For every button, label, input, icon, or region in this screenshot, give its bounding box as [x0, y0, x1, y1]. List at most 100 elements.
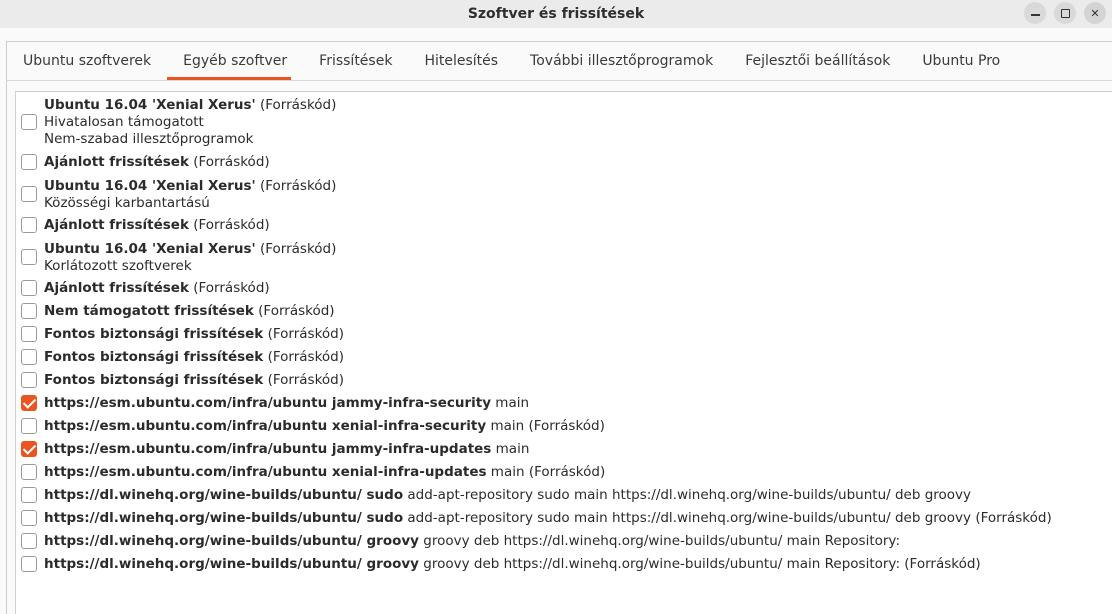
source-title-line: Nem támogatott frissítések (Forráskód)	[44, 303, 335, 320]
source-checkbox-checked[interactable]	[21, 441, 37, 457]
source-components: (Forráskód)	[263, 349, 345, 365]
source-label: Nem támogatott frissítések (Forráskód)	[44, 303, 335, 320]
source-title-line: Ubuntu 16.04 'Xenial Xerus' (Forráskód)	[44, 178, 336, 195]
source-name: https://dl.winehq.org/wine-builds/ubuntu…	[44, 510, 404, 526]
source-description: Nem-szabad illesztőprogramok	[44, 131, 254, 147]
source-label: Fontos biztonsági frissítések (Forráskód…	[44, 372, 344, 389]
source-checkbox[interactable]	[21, 186, 37, 202]
source-checkbox[interactable]	[21, 154, 37, 170]
source-title-line: Fontos biztonsági frissítések (Forráskód…	[44, 326, 344, 343]
source-components: (Forráskód)	[188, 154, 270, 170]
source-label: Fontos biztonsági frissítések (Forráskód…	[44, 326, 344, 343]
source-checkbox[interactable]	[21, 487, 37, 503]
source-title-line: https://dl.winehq.org/wine-builds/ubuntu…	[44, 510, 1052, 527]
source-label: https://esm.ubuntu.com/infra/ubuntu xeni…	[44, 418, 605, 435]
source-description: Közösségi karbantartású	[44, 195, 210, 211]
source-checkbox[interactable]	[21, 349, 37, 365]
source-label: Ubuntu 16.04 'Xenial Xerus' (Forráskód) K…	[44, 178, 336, 212]
tab-ubuntu-pro[interactable]: Ubuntu Pro	[906, 42, 1016, 80]
source-label: Ubuntu 16.04 'Xenial Xerus' (Forráskód) H…	[44, 97, 336, 148]
window-controls: ✕	[1024, 2, 1106, 24]
source-name: Nem támogatott frissítések	[44, 303, 254, 319]
source-components: (Forráskód)	[263, 372, 345, 388]
source-label: https://dl.winehq.org/wine-builds/ubuntu…	[44, 510, 1052, 527]
tab-updates[interactable]: Frissítések	[303, 42, 408, 80]
source-checkbox[interactable]	[21, 114, 37, 130]
tab-additional-drivers[interactable]: További illesztőprogramok	[514, 42, 729, 80]
tab-authentication[interactable]: Hitelesítés	[408, 42, 514, 80]
source-label: Ajánlott frissítések (Forráskód)	[44, 154, 270, 171]
source-components: add-apt-repository sudo main https://dl.…	[403, 510, 1052, 526]
source-title-line: Ajánlott frissítések (Forráskód)	[44, 154, 270, 171]
source-components: main (Forráskód)	[486, 464, 606, 480]
source-name: https://dl.winehq.org/wine-builds/ubuntu…	[44, 533, 419, 549]
source-name: Ajánlott frissítések	[44, 280, 189, 296]
source-name: https://dl.winehq.org/wine-builds/ubuntu…	[44, 556, 419, 572]
source-checkbox[interactable]	[21, 533, 37, 549]
tab-developer-options[interactable]: Fejlesztői beállítások	[729, 42, 906, 80]
source-components: main	[491, 441, 530, 457]
minimize-icon[interactable]	[1024, 2, 1046, 24]
source-checkbox[interactable]	[21, 510, 37, 526]
source-title-line: Fontos biztonsági frissítések (Forráskód…	[44, 349, 344, 366]
source-label: Ajánlott frissítések (Forráskód)	[44, 217, 270, 234]
source-title-line: Ubuntu 16.04 'Xenial Xerus' (Forráskód)	[44, 97, 336, 114]
source-components: (Forráskód)	[253, 303, 335, 319]
source-title-line: https://dl.winehq.org/wine-builds/ubuntu…	[44, 556, 981, 573]
source-title-line: https://dl.winehq.org/wine-builds/ubuntu…	[44, 487, 971, 504]
source-name: https://esm.ubuntu.com/infra/ubuntu xeni…	[44, 418, 487, 434]
source-label: https://esm.ubuntu.com/infra/ubuntu jamm…	[44, 441, 529, 458]
source-name: Ubuntu 16.04 'Xenial Xerus'	[44, 241, 256, 257]
close-icon[interactable]: ✕	[1084, 2, 1106, 24]
source-label: Ubuntu 16.04 'Xenial Xerus' (Forráskód) K…	[44, 241, 336, 275]
source-checkbox[interactable]	[21, 249, 37, 265]
maximize-icon[interactable]	[1054, 2, 1076, 24]
source-title-line: Ubuntu 16.04 'Xenial Xerus' (Forráskód)	[44, 241, 336, 258]
source-components: groovy deb https://dl.winehq.org/wine-bu…	[418, 556, 981, 572]
tab-other-software[interactable]: Egyéb szoftver	[167, 42, 303, 80]
source-title-line: https://esm.ubuntu.com/infra/ubuntu xeni…	[44, 418, 605, 435]
source-components: (Forráskód)	[255, 178, 337, 194]
source-checkbox-checked[interactable]	[21, 395, 37, 411]
tab-bar: Ubuntu szoftverek Egyéb szoftver Frissít…	[7, 42, 1016, 80]
window-title: Szoftver és frissítések	[467, 6, 645, 22]
tab-separator	[6, 80, 1112, 81]
source-name: Fontos biztonsági frissítések	[44, 326, 264, 342]
source-checkbox[interactable]	[21, 372, 37, 388]
source-components: (Forráskód)	[255, 241, 337, 257]
source-checkbox[interactable]	[21, 217, 37, 233]
source-checkbox[interactable]	[21, 418, 37, 434]
source-label: https://dl.winehq.org/wine-builds/ubuntu…	[44, 556, 981, 573]
source-title-line: Fontos biztonsági frissítések (Forráskód…	[44, 372, 344, 389]
source-name: https://dl.winehq.org/wine-builds/ubuntu…	[44, 487, 404, 503]
source-title-line: https://dl.winehq.org/wine-builds/ubuntu…	[44, 533, 900, 550]
source-title-line: Ajánlott frissítések (Forráskód)	[44, 280, 270, 297]
source-label: Fontos biztonsági frissítések (Forráskód…	[44, 349, 344, 366]
source-components: groovy deb https://dl.winehq.org/wine-bu…	[418, 533, 900, 549]
source-components: (Forráskód)	[255, 97, 337, 113]
source-components: (Forráskód)	[263, 326, 345, 342]
source-components: (Forráskód)	[188, 280, 270, 296]
source-checkbox[interactable]	[21, 556, 37, 572]
source-name: Ubuntu 16.04 'Xenial Xerus'	[44, 178, 256, 194]
source-name: https://esm.ubuntu.com/infra/ubuntu jamm…	[44, 395, 491, 411]
source-components: main (Forráskód)	[486, 418, 605, 434]
source-label: https://dl.winehq.org/wine-builds/ubuntu…	[44, 533, 900, 550]
source-checkbox[interactable]	[21, 303, 37, 319]
source-checkbox[interactable]	[21, 464, 37, 480]
source-name: Fontos biztonsági frissítések	[44, 349, 264, 365]
source-checkbox[interactable]	[21, 280, 37, 296]
tab-ubuntu-software[interactable]: Ubuntu szoftverek	[7, 42, 167, 80]
source-description: Korlátozott szoftverek	[44, 258, 192, 274]
source-label: https://dl.winehq.org/wine-builds/ubuntu…	[44, 487, 971, 504]
source-components: add-apt-repository sudo main https://dl.…	[403, 487, 972, 503]
source-checkbox[interactable]	[21, 326, 37, 342]
source-label: https://esm.ubuntu.com/infra/ubuntu xeni…	[44, 464, 605, 481]
source-name: https://esm.ubuntu.com/infra/ubuntu jamm…	[44, 441, 492, 457]
source-name: Ajánlott frissítések	[44, 154, 189, 170]
source-title-line: https://esm.ubuntu.com/infra/ubuntu jamm…	[44, 395, 529, 412]
source-description: Hivatalosan támogatott	[44, 114, 204, 130]
source-title-line: Ajánlott frissítések (Forráskód)	[44, 217, 270, 234]
title-bar: Szoftver és frissítések ✕	[0, 0, 1112, 28]
sources-list[interactable]: Ubuntu 16.04 'Xenial Xerus' (Forráskód) H…	[15, 91, 1112, 614]
